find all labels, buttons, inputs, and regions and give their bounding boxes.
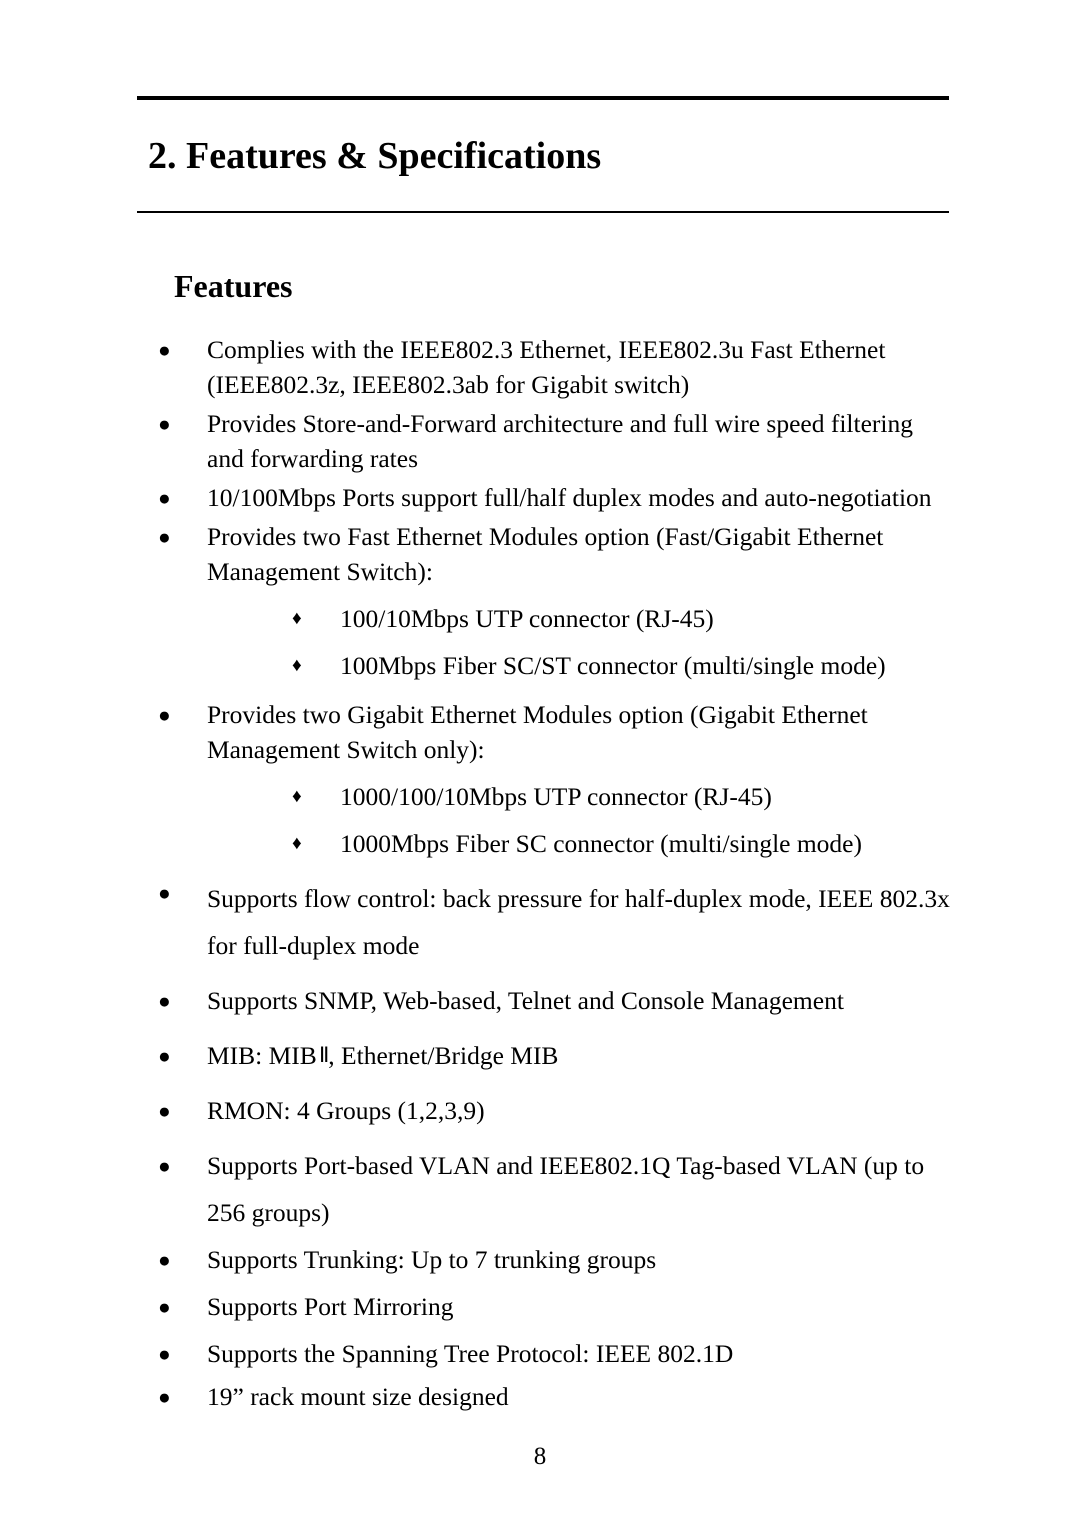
list-item-text: Supports SNMP, Web-based, Telnet and Con… <box>207 986 844 1015</box>
bullet-icon: ● <box>158 1295 171 1319</box>
bullet-icon: ● <box>158 1342 171 1366</box>
document-page: 2. Features & Specifications Features ● … <box>0 0 1080 1529</box>
features-list: ● Complies with the IEEE802.3 Ethernet, … <box>137 332 955 1420</box>
bullet-icon: ● <box>158 703 171 727</box>
section-heading: Features <box>174 268 293 305</box>
sub-list-item-text: 1000/100/10Mbps UTP connector (RJ-45) <box>340 782 772 811</box>
list-item: ● Provides Store-and-Forward architectur… <box>137 406 955 476</box>
bullet-icon: ● <box>158 1154 171 1178</box>
list-item-text: 19” rack mount size designed <box>207 1382 509 1411</box>
sub-list-item: ♦ 1000/100/10Mbps UTP connector (RJ-45) <box>207 779 955 814</box>
bullet-icon: ● <box>158 412 171 436</box>
list-item: ● Complies with the IEEE802.3 Ethernet, … <box>137 332 955 402</box>
bullet-icon: ● <box>158 525 171 549</box>
page-number: 8 <box>533 1443 547 1470</box>
bullet-icon: ● <box>158 486 171 510</box>
list-item-text: Provides two Gigabit Ethernet Modules op… <box>207 700 868 764</box>
diamond-bullet-icon: ♦ <box>292 655 302 676</box>
bullet-icon: ● <box>158 1099 171 1123</box>
bullet-icon: ● <box>158 1044 171 1068</box>
list-item: ● Supports flow control: back pressure f… <box>137 875 955 969</box>
list-item: ● 10/100Mbps Ports support full/half dup… <box>137 480 955 515</box>
list-item: ● MIB: MIB Ⅱ, Ethernet/Bridge MIB <box>137 1032 955 1079</box>
bullet-icon: ● <box>158 1248 171 1272</box>
page-content: 2. Features & Specifications Features ● … <box>137 96 955 1420</box>
sub-list-item-text: 100/10Mbps UTP connector (RJ-45) <box>340 604 714 633</box>
sub-list-item: ♦ 100/10Mbps UTP connector (RJ-45) <box>207 601 955 636</box>
list-item: ● Provides two Fast Ethernet Modules opt… <box>137 519 955 683</box>
list-item-text: Supports flow control: back pressure for… <box>207 884 950 960</box>
list-item-text: 10/100Mbps Ports support full/half duple… <box>207 483 932 512</box>
list-item: ● Supports Port Mirroring <box>137 1283 955 1330</box>
list-item-text: MIB: MIB Ⅱ, Ethernet/Bridge MIB <box>207 1041 559 1070</box>
list-item-text: Complies with the IEEE802.3 Ethernet, IE… <box>207 335 886 399</box>
list-item: ● Supports Port-based VLAN and IEEE802.1… <box>137 1142 955 1236</box>
diamond-bullet-icon: ♦ <box>292 833 302 854</box>
page-title: 2. Features & Specifications <box>148 135 602 178</box>
list-item-text: Supports the Spanning Tree Protocol: IEE… <box>207 1339 734 1368</box>
list-item-text: Supports Port-based VLAN and IEEE802.1Q … <box>207 1151 925 1227</box>
list-item: ● Supports the Spanning Tree Protocol: I… <box>137 1330 955 1377</box>
list-item-text: Supports Trunking: Up to 7 trunking grou… <box>207 1245 657 1274</box>
list-item-text: RMON: 4 Groups (1,2,3,9) <box>207 1096 485 1125</box>
list-item: ● Supports Trunking: Up to 7 trunking gr… <box>137 1236 955 1283</box>
diamond-bullet-icon: ♦ <box>292 608 302 629</box>
sub-list: ♦ 1000/100/10Mbps UTP connector (RJ-45) … <box>207 779 955 861</box>
list-item: ● RMON: 4 Groups (1,2,3,9) <box>137 1087 955 1134</box>
title-rule-bottom <box>137 210 949 213</box>
list-item: ● 19” rack mount size designed <box>137 1373 955 1420</box>
list-item-text: Supports Port Mirroring <box>207 1292 454 1321</box>
bullet-icon: ● <box>158 338 171 362</box>
sub-list-item-text: 100Mbps Fiber SC/ST connector (multi/sin… <box>340 651 886 680</box>
list-item-text: Provides Store-and-Forward architecture … <box>207 409 913 473</box>
sub-list-item: ♦ 1000Mbps Fiber SC connector (multi/sin… <box>207 826 955 861</box>
sub-list-item: ♦ 100Mbps Fiber SC/ST connector (multi/s… <box>207 648 955 683</box>
bullet-icon: ● <box>158 989 171 1013</box>
list-item: ● Provides two Gigabit Ethernet Modules … <box>137 697 955 861</box>
diamond-bullet-icon: ♦ <box>292 786 302 807</box>
title-rule-top <box>137 96 949 100</box>
sub-list-item-text: 1000Mbps Fiber SC connector (multi/singl… <box>340 829 862 858</box>
bullet-icon: ● <box>158 881 171 905</box>
list-item-text: Provides two Fast Ethernet Modules optio… <box>207 522 884 586</box>
list-item: ● Supports SNMP, Web-based, Telnet and C… <box>137 977 955 1024</box>
sub-list: ♦ 100/10Mbps UTP connector (RJ-45) ♦ 100… <box>207 601 955 683</box>
bullet-icon: ● <box>158 1385 171 1409</box>
